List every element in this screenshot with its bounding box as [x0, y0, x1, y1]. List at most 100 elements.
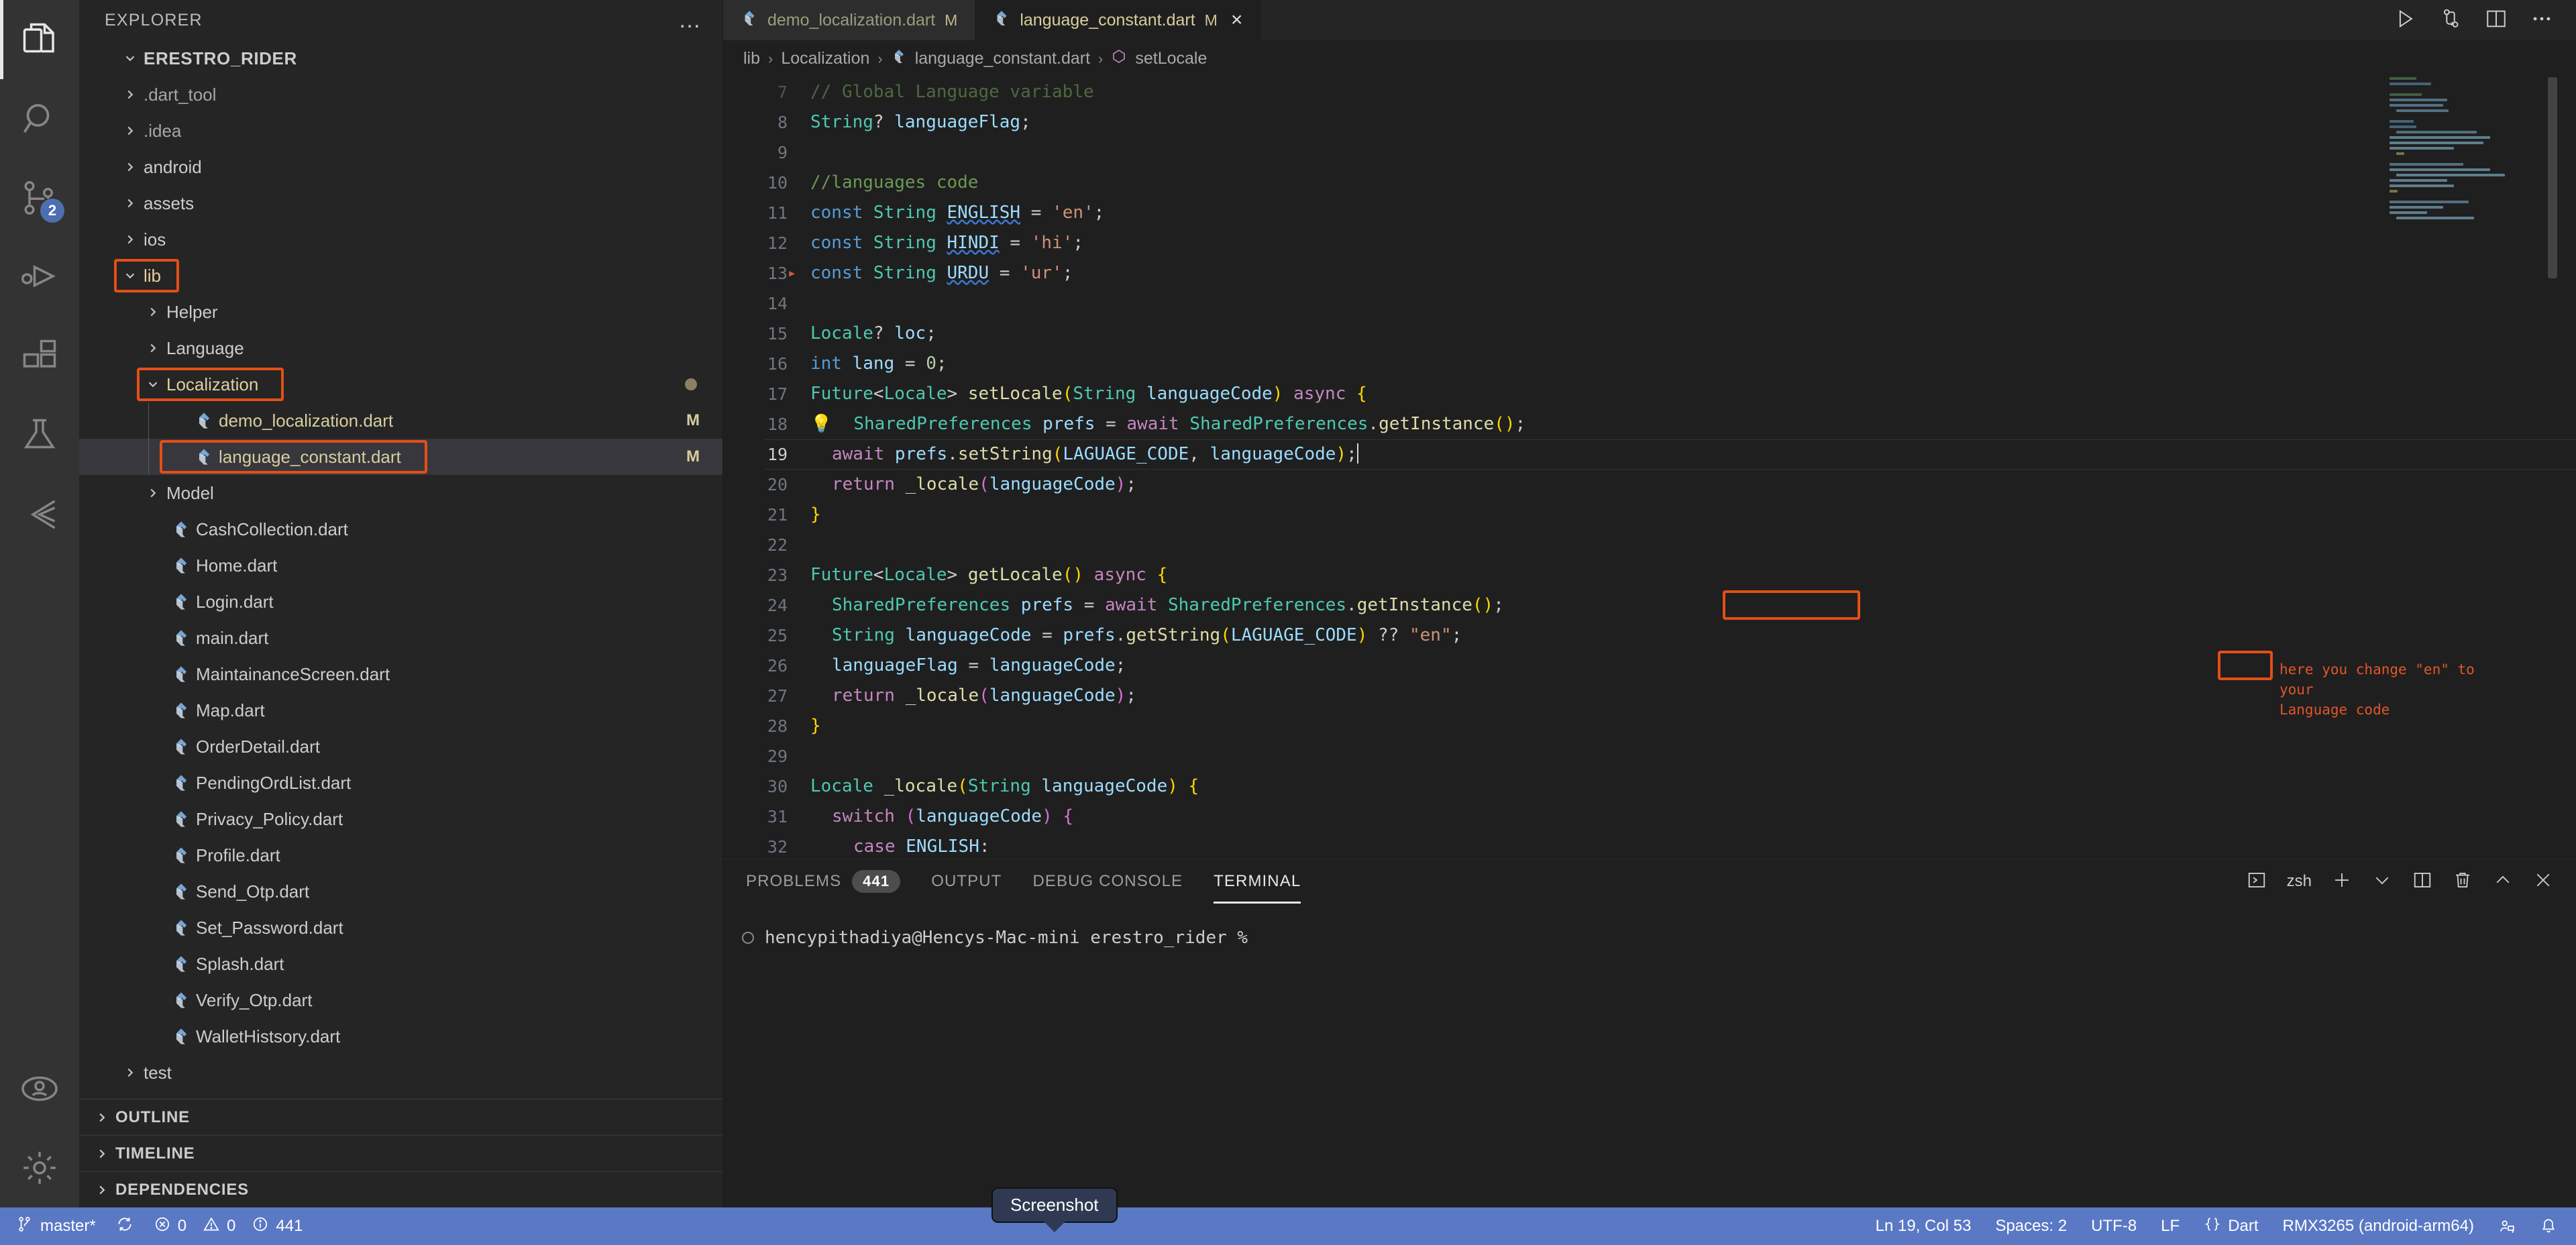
- tree-item-login-dart[interactable]: Login.dart: [79, 584, 722, 620]
- status-eol[interactable]: LF: [2161, 1217, 2180, 1236]
- status-encoding[interactable]: UTF-8: [2091, 1217, 2137, 1236]
- terminal-body[interactable]: hencypithadiya@Hencys-Mac-mini erestro_r…: [723, 904, 2576, 1207]
- tree-item-ios[interactable]: ios: [79, 221, 722, 258]
- tree-item-language-constant-dart[interactable]: language_constant.dart M: [79, 439, 722, 475]
- tree-item-cashcollection-dart[interactable]: CashCollection.dart: [79, 511, 722, 547]
- chevron-right-icon: [117, 1065, 144, 1080]
- close-icon[interactable]: [2533, 870, 2553, 894]
- split-icon[interactable]: [2485, 7, 2508, 34]
- status-indentation[interactable]: Spaces: 2: [1995, 1217, 2067, 1236]
- terminal-prompt-line: hencypithadiya@Hencys-Mac-mini erestro_r…: [742, 928, 2576, 948]
- activity-item-flutter[interactable]: [0, 475, 79, 554]
- tree-item-map-dart[interactable]: Map.dart: [79, 692, 722, 728]
- panel-tab-problems[interactable]: PROBLEMS 441: [746, 859, 901, 904]
- tree-item-home-dart[interactable]: Home.dart: [79, 547, 722, 584]
- status-device[interactable]: RMX3265 (android-arm64): [2283, 1217, 2474, 1236]
- code-token: languageCode: [989, 686, 1116, 706]
- tree-item-wallethistsory-dart[interactable]: WalletHistsory.dart: [79, 1018, 722, 1054]
- tree-item-android[interactable]: android: [79, 149, 722, 185]
- line-number: 24: [767, 596, 788, 615]
- tab-language-constant[interactable]: language_constant.dart M ×: [975, 0, 1261, 40]
- tree-item-verify-otp-dart[interactable]: Verify_Otp.dart: [79, 982, 722, 1018]
- chevron-down-icon: [117, 51, 144, 66]
- plus-icon[interactable]: [2332, 870, 2352, 894]
- activity-item-search[interactable]: [0, 79, 79, 158]
- tooltip-label: Screenshot: [1010, 1195, 1099, 1215]
- tree-item-main-dart[interactable]: main.dart: [79, 620, 722, 656]
- tree-item-helper[interactable]: Helper: [79, 294, 722, 330]
- code-token: languageFlag: [832, 655, 958, 675]
- breadcrumb-file[interactable]: language_constant.dart: [915, 49, 1090, 68]
- panel-actions: zsh: [2247, 870, 2553, 894]
- code-token: switch: [832, 806, 906, 826]
- ellipsis-icon[interactable]: [2530, 7, 2553, 34]
- activity-item-explorer[interactable]: [0, 0, 79, 79]
- panel-tab-terminal[interactable]: TERMINAL: [1214, 859, 1301, 904]
- tree-item-splash-dart[interactable]: Splash.dart: [79, 946, 722, 982]
- activity-item-accounts[interactable]: [0, 1049, 79, 1128]
- activity-item-source-control[interactable]: 2: [0, 158, 79, 237]
- sidebar-more-icon[interactable]: …: [678, 9, 702, 32]
- status-cursor-position[interactable]: Ln 19, Col 53: [1876, 1217, 1972, 1236]
- breadcrumb[interactable]: lib › Localization › language_constant.d…: [723, 40, 2576, 77]
- bell-icon[interactable]: [2540, 1217, 2557, 1235]
- breadcrumb-localization[interactable]: Localization: [781, 49, 869, 68]
- explorer-tree[interactable]: ERESTRO_RIDER .dart_tool .idea android asse…: [79, 40, 722, 1099]
- breadcrumb-symbol[interactable]: setLocale: [1135, 49, 1207, 68]
- line-number: 18: [767, 415, 788, 434]
- tree-item-profile-dart[interactable]: Profile.dart: [79, 837, 722, 873]
- tree-item-maintainancescreen-dart[interactable]: MaintainanceScreen.dart: [79, 656, 722, 692]
- tree-item-pendingordlist-dart[interactable]: PendingOrdList.dart: [79, 765, 722, 801]
- tree-item-language[interactable]: Language: [79, 330, 722, 366]
- tree-item-privacy-policy-dart[interactable]: Privacy_Policy.dart: [79, 801, 722, 837]
- split-icon[interactable]: [2412, 870, 2432, 894]
- tree-root-erestro-rider[interactable]: ERESTRO_RIDER: [79, 40, 722, 76]
- close-icon[interactable]: ×: [1231, 10, 1243, 30]
- lightbulb-icon[interactable]: 💡: [810, 414, 832, 434]
- tree-item--flutter-plugins[interactable]: .flutter-plugins: [79, 1091, 722, 1099]
- tree-item--idea[interactable]: .idea: [79, 113, 722, 149]
- sidebar-section-timeline[interactable]: TIMELINE: [79, 1135, 722, 1171]
- code-line-30: 30 Locale _locale(String languageCode) {: [723, 771, 2576, 802]
- status-problems[interactable]: 0 0 441: [154, 1215, 303, 1238]
- panel-tab-output[interactable]: OUTPUT: [931, 859, 1002, 904]
- status-info-count: 441: [276, 1217, 303, 1235]
- tree-item-demo-localization-dart[interactable]: demo_localization.dart M: [79, 402, 722, 439]
- panel-tab-debug-console[interactable]: DEBUG CONSOLE: [1032, 859, 1183, 904]
- tree-item-test[interactable]: test: [79, 1054, 722, 1091]
- chevron-down-icon[interactable]: [2372, 870, 2392, 894]
- tree-item-set-password-dart[interactable]: Set_Password.dart: [79, 910, 722, 946]
- status-sync[interactable]: [116, 1215, 133, 1238]
- play-icon[interactable]: [2394, 7, 2416, 34]
- chevron-up-icon[interactable]: [2493, 870, 2513, 894]
- code-editor[interactable]: 7 // Global Language variable 8 String? lan…: [723, 77, 2576, 859]
- tree-item-lib[interactable]: lib: [79, 258, 722, 294]
- chevron-right-icon: [117, 123, 144, 138]
- tab-demo-localization[interactable]: demo_localization.dart M: [723, 0, 976, 40]
- status-branch[interactable]: master*: [16, 1215, 96, 1238]
- tree-item-send-otp-dart[interactable]: Send_Otp.dart: [79, 873, 722, 910]
- activity-item-settings[interactable]: [0, 1128, 79, 1207]
- tree-item-localization[interactable]: Localization: [79, 366, 722, 402]
- breakpoint-arrow-icon[interactable]: ▸: [788, 258, 796, 288]
- tree-item-assets[interactable]: assets: [79, 185, 722, 221]
- line-content: await prefs.setString(LAGUAGE_CODE, lang…: [810, 439, 2576, 470]
- status-language-mode[interactable]: Dart: [2204, 1215, 2259, 1238]
- breadcrumb-lib[interactable]: lib: [743, 49, 760, 68]
- tree-item--dart-tool[interactable]: .dart_tool: [79, 76, 722, 113]
- tree-item-orderdetail-dart[interactable]: OrderDetail.dart: [79, 728, 722, 765]
- branch-icon[interactable]: [2439, 7, 2462, 34]
- activity-item-run-and-debug[interactable]: [0, 237, 79, 317]
- terminal-icon[interactable]: [2247, 870, 2267, 894]
- trash-icon[interactable]: [2453, 870, 2473, 894]
- activity-item-extensions[interactable]: [0, 317, 79, 396]
- account-icon: [19, 1069, 60, 1109]
- feedback-icon[interactable]: [2498, 1217, 2516, 1235]
- tree-item-model[interactable]: Model: [79, 475, 722, 511]
- sidebar-section-dependencies[interactable]: DEPENDENCIES: [79, 1171, 722, 1207]
- sidebar-section-outline[interactable]: OUTLINE: [79, 1099, 722, 1135]
- terminal-shell-label: zsh: [2286, 872, 2312, 890]
- activity-item-testing[interactable]: [0, 396, 79, 475]
- code-token: {: [1063, 806, 1074, 826]
